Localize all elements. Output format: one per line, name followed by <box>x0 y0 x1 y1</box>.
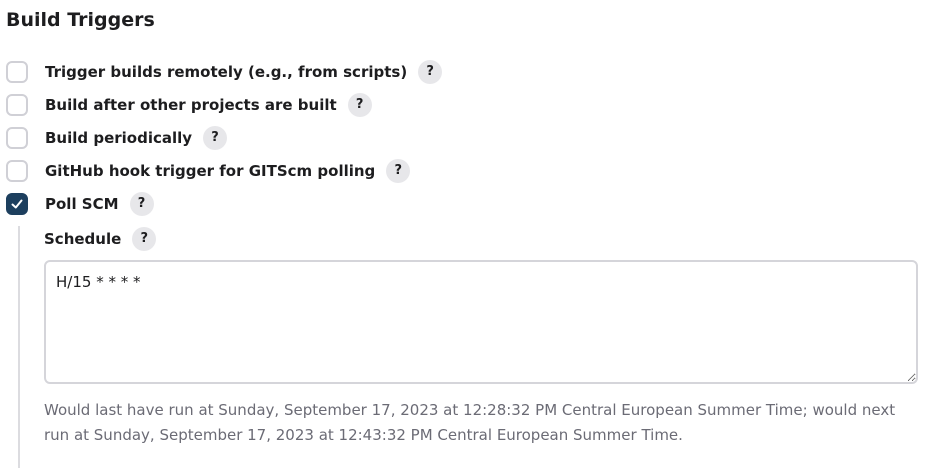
schedule-input[interactable]: H/15 * * * * <box>44 260 918 384</box>
trigger-remote-builds-option: Trigger builds remotely (e.g., from scri… <box>6 58 443 85</box>
build-after-other-projects-checkbox[interactable] <box>6 93 28 116</box>
github-hook-trigger-label[interactable]: GitHub hook trigger for GITScm polling <box>45 162 375 180</box>
github-hook-trigger-option: GitHub hook trigger for GITScm polling ? <box>6 157 411 184</box>
build-after-other-projects-help-icon[interactable]: ? <box>347 92 372 117</box>
nested-section-indicator <box>18 226 20 468</box>
trigger-remote-builds-checkbox[interactable] <box>6 60 28 83</box>
poll-scm-option: Poll SCM ? <box>6 190 154 217</box>
check-icon <box>11 199 23 208</box>
schedule-run-hint: Would last have run at Sunday, September… <box>44 401 896 444</box>
build-triggers-section: Build Triggers Trigger builds remotely (… <box>0 0 927 468</box>
github-hook-trigger-checkbox[interactable] <box>6 159 28 182</box>
schedule-help-icon[interactable]: ? <box>132 226 157 251</box>
schedule-field-header: Schedule ? <box>44 225 157 252</box>
trigger-remote-builds-help-icon[interactable]: ? <box>418 59 443 84</box>
build-periodically-option: Build periodically ? <box>6 124 228 151</box>
poll-scm-checkbox[interactable] <box>6 192 28 215</box>
build-periodically-label[interactable]: Build periodically <box>45 129 192 147</box>
section-title: Build Triggers <box>6 9 155 31</box>
poll-scm-help-icon[interactable]: ? <box>129 191 154 216</box>
build-periodically-help-icon[interactable]: ? <box>203 125 228 150</box>
schedule-label: Schedule <box>44 229 122 248</box>
build-after-other-projects-option: Build after other projects are built ? <box>6 91 372 118</box>
build-after-other-projects-label[interactable]: Build after other projects are built <box>45 96 337 114</box>
poll-scm-label[interactable]: Poll SCM <box>45 195 119 213</box>
build-periodically-checkbox[interactable] <box>6 126 28 149</box>
trigger-remote-builds-label[interactable]: Trigger builds remotely (e.g., from scri… <box>45 63 407 81</box>
github-hook-trigger-help-icon[interactable]: ? <box>386 158 411 183</box>
